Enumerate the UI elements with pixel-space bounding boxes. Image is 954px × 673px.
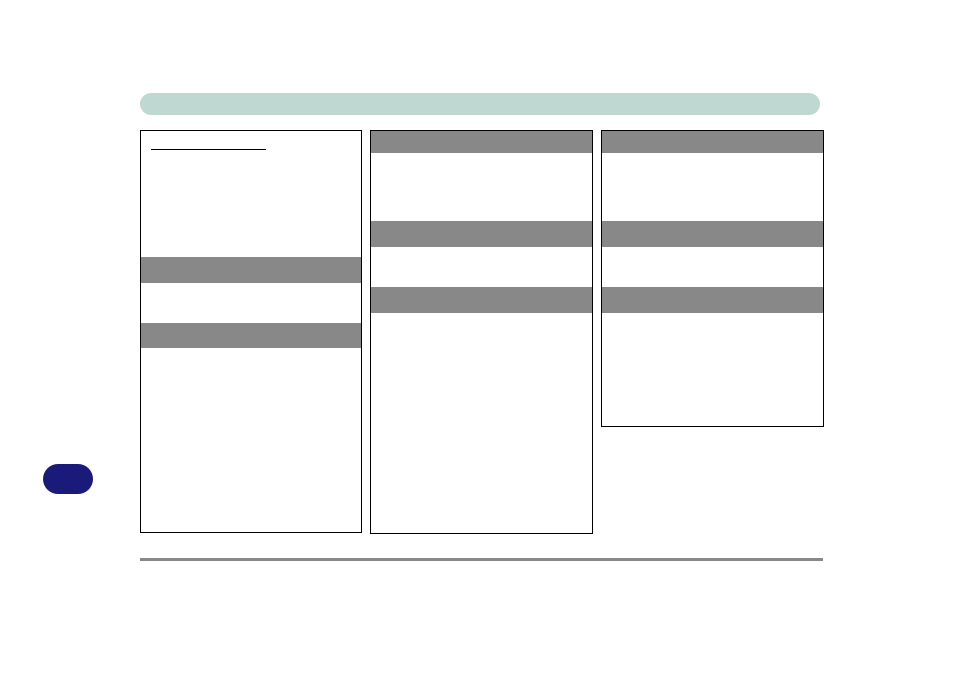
col1-row-2 <box>141 257 361 283</box>
col2-row-2 <box>371 221 592 247</box>
col3-row-1 <box>602 153 823 221</box>
column-1 <box>140 130 362 533</box>
columns-wrapper <box>140 130 824 534</box>
col1-row-4 <box>141 323 361 349</box>
column-3 <box>601 130 824 427</box>
col1-title-underline <box>151 149 266 150</box>
col3-row-4 <box>602 287 823 313</box>
page-banner <box>140 93 820 115</box>
side-pill <box>43 464 93 494</box>
col1-row-3 <box>141 283 361 323</box>
col3-row-0 <box>602 131 823 153</box>
col3-row-5 <box>602 313 823 426</box>
col3-row-2 <box>602 221 823 247</box>
footer-rule <box>140 558 823 561</box>
col2-row-0 <box>371 131 592 153</box>
column-2 <box>370 130 593 534</box>
col2-row-1 <box>371 153 592 221</box>
col2-row-5 <box>371 313 592 533</box>
col2-row-4 <box>371 287 592 313</box>
col1-row-5 <box>141 348 361 532</box>
col1-title-cell <box>141 131 361 155</box>
col3-row-3 <box>602 247 823 287</box>
col2-row-3 <box>371 247 592 287</box>
col1-row-1 <box>141 155 361 257</box>
